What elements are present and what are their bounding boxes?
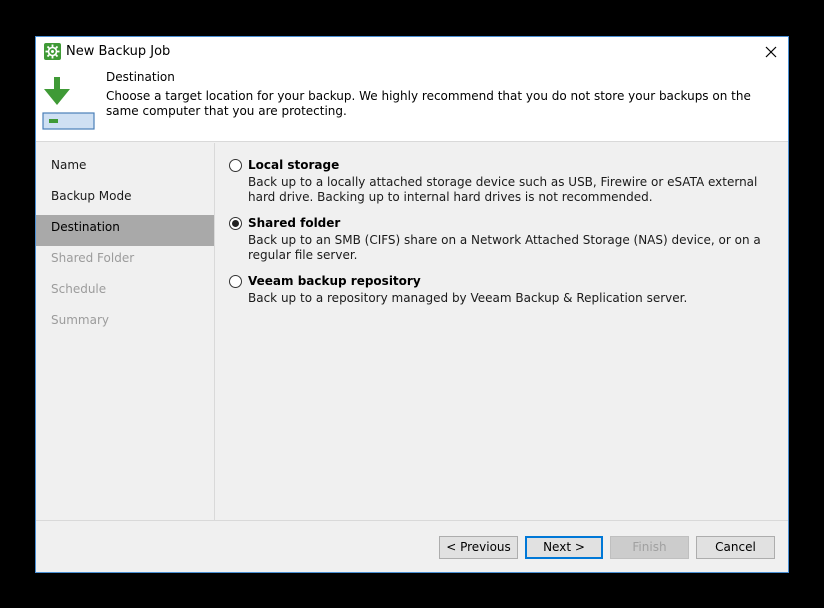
finish-button: Finish <box>610 536 689 559</box>
wizard-steps-sidebar: Name Backup Mode Destination Shared Fold… <box>36 143 215 520</box>
previous-button[interactable]: < Previous <box>439 536 518 559</box>
sidebar-item-name[interactable]: Name <box>36 153 214 184</box>
option-local-storage[interactable]: Local storage Back up to a locally attac… <box>229 158 779 208</box>
wizard-header: Destination Choose a target location for… <box>36 67 788 142</box>
close-icon[interactable] <box>760 41 782 63</box>
sidebar-item-backup-mode[interactable]: Backup Mode <box>36 184 214 215</box>
option-description: Back up to an SMB (CIFS) share on a Netw… <box>248 233 761 262</box>
step-title: Destination <box>106 70 175 84</box>
option-title: Local storage <box>248 158 340 172</box>
step-description: Choose a target location for your backup… <box>106 89 751 118</box>
option-veeam-repository[interactable]: Veeam backup repository Back up to a rep… <box>229 274 779 310</box>
option-description: Back up to a repository managed by Veeam… <box>248 291 688 305</box>
destination-options: Local storage Back up to a locally attac… <box>216 143 788 520</box>
option-title: Veeam backup repository <box>248 274 421 288</box>
backup-destination-icon <box>42 75 96 131</box>
window-title: New Backup Job <box>66 44 171 59</box>
option-description: Back up to a locally attached storage de… <box>248 175 758 204</box>
sidebar-item-shared-folder: Shared Folder <box>51 251 135 265</box>
next-button[interactable]: Next > <box>525 536 603 559</box>
veeam-repository-radio[interactable] <box>229 275 242 288</box>
shared-folder-radio[interactable] <box>229 217 242 230</box>
wizard-footer: < Previous Next > Finish Cancel <box>36 520 788 572</box>
new-backup-job-window: New Backup Job Destination Choose a targ… <box>35 36 789 573</box>
cancel-button[interactable]: Cancel <box>696 536 775 559</box>
option-shared-folder[interactable]: Shared folder Back up to an SMB (CIFS) s… <box>229 216 779 266</box>
sidebar-item-destination[interactable]: Destination <box>36 215 214 246</box>
local-storage-radio[interactable] <box>229 159 242 172</box>
option-title: Shared folder <box>248 216 341 230</box>
sidebar-item-summary: Summary <box>51 313 109 327</box>
title-bar[interactable]: New Backup Job <box>36 37 788 67</box>
gear-icon <box>44 43 61 60</box>
sidebar-item-schedule: Schedule <box>51 282 107 296</box>
